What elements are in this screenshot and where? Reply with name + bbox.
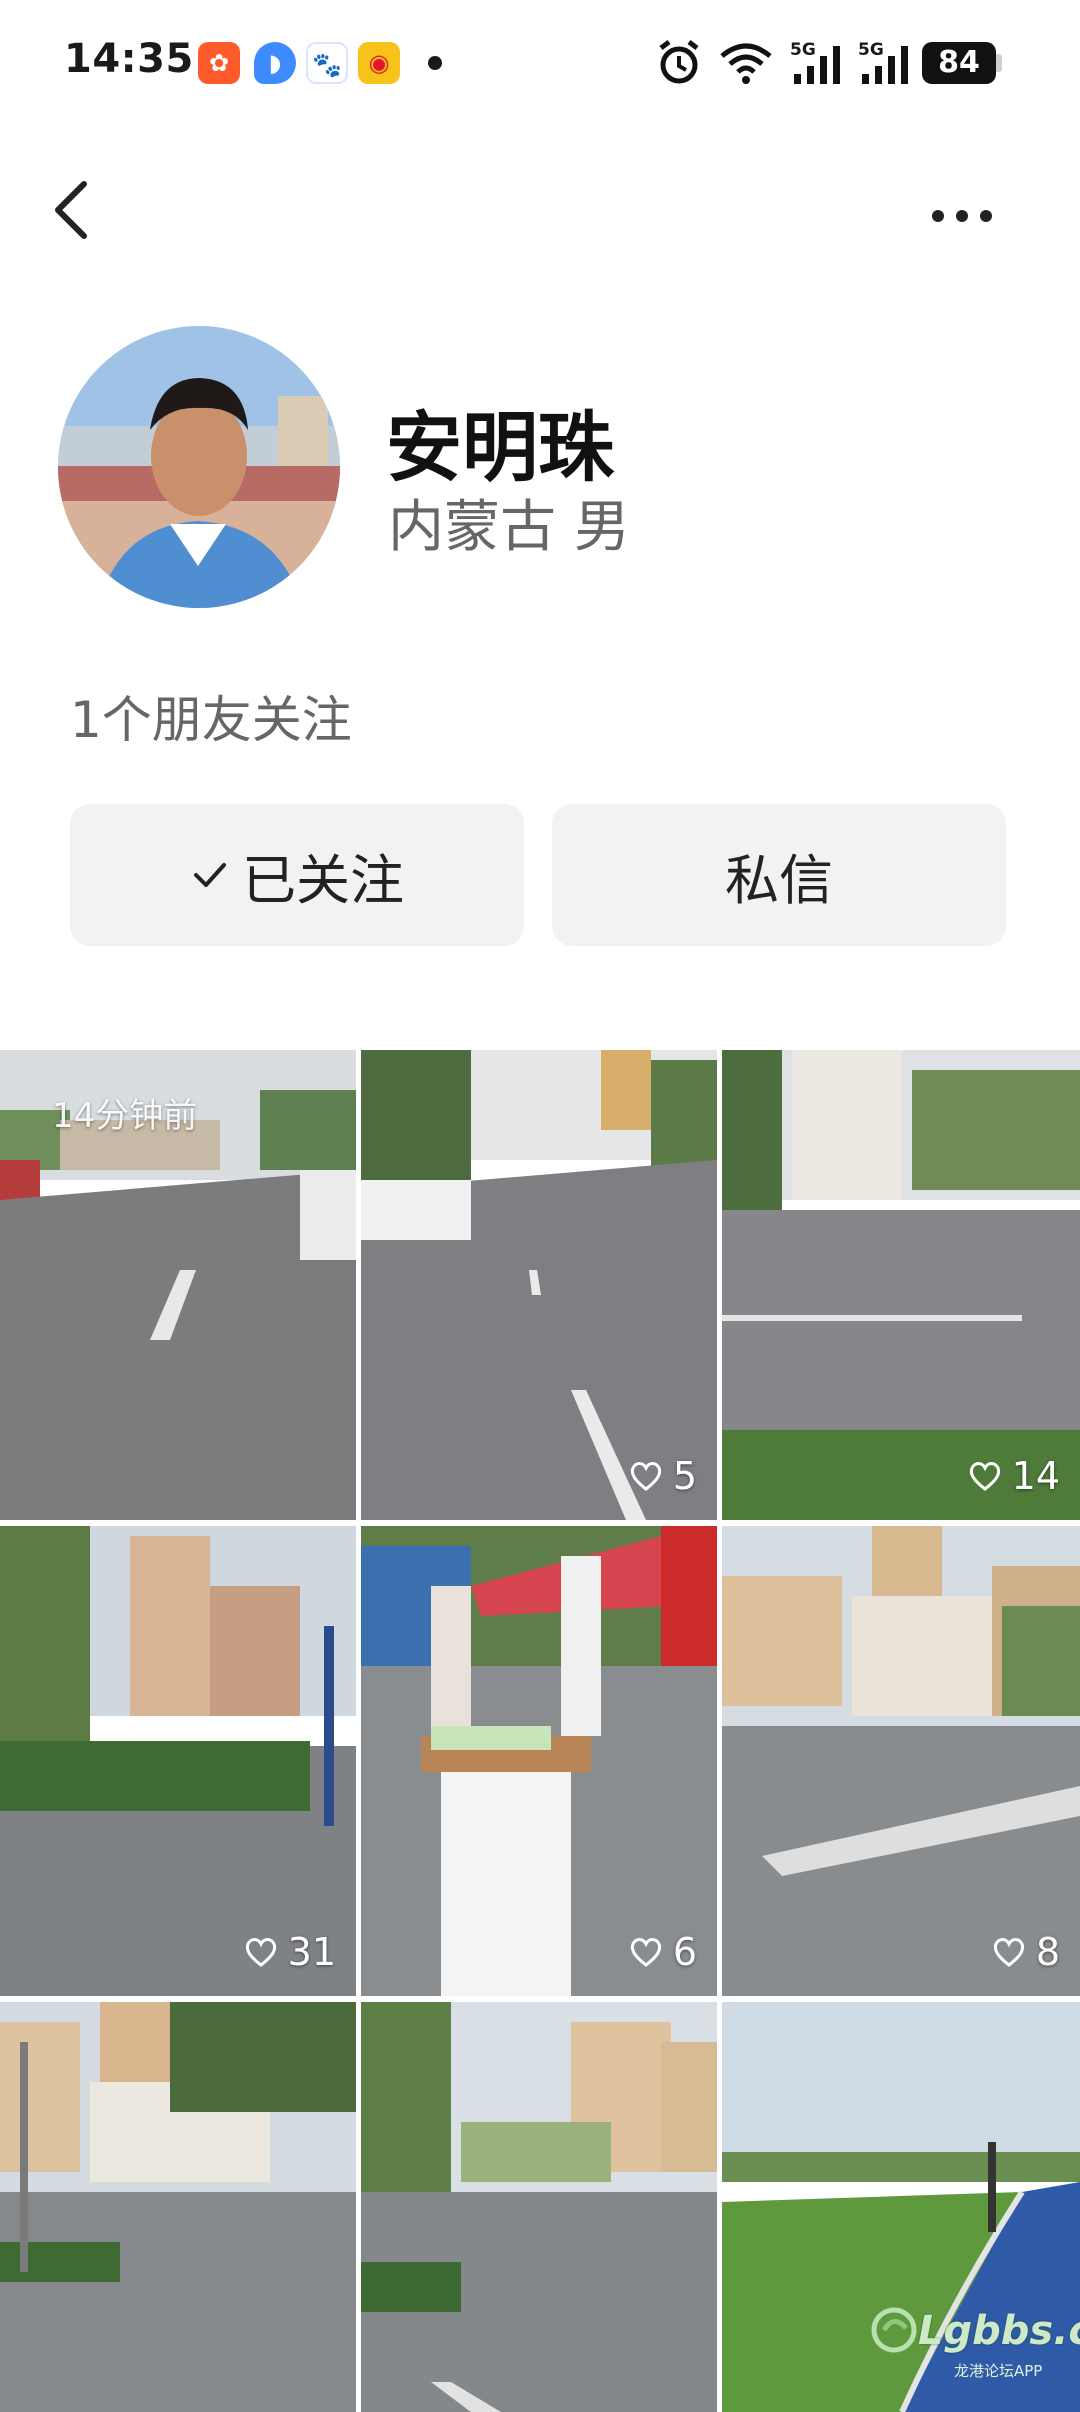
more-dots-icon <box>932 210 944 222</box>
post-likes: 8 <box>992 1930 1060 1974</box>
post-thumbnail[interactable]: 14分钟前 <box>0 1050 356 1520</box>
friends-follow-count[interactable]: 1个朋友关注 <box>70 680 352 752</box>
watermark-subtext: 龙港论坛APP <box>954 2362 1043 2380</box>
post-likes: 5 <box>629 1454 697 1498</box>
post-thumbnail[interactable]: 31 <box>0 1526 356 1996</box>
post-likes: 6 <box>629 1930 697 1974</box>
watermark-icon <box>871 2307 917 2353</box>
post-likes-count: 31 <box>287 1930 336 1974</box>
post-thumbnail[interactable]: 6 <box>361 1526 717 1996</box>
message-button-label: 私信 <box>725 848 833 912</box>
status-time: 14:35 <box>64 36 194 82</box>
more-dots-icon <box>980 210 992 222</box>
signal-icon <box>862 46 908 84</box>
post-thumbnail[interactable]: 14 <box>722 1050 1080 1520</box>
post-likes-count: 6 <box>672 1930 697 1974</box>
post-likes: 31 <box>244 1930 336 1974</box>
battery-icon: 84 <box>922 42 996 84</box>
heart-icon <box>630 1462 661 1491</box>
post-likes-count: 8 <box>1035 1930 1060 1974</box>
heart-icon <box>969 1462 1000 1491</box>
browser-icon: ◗ <box>254 42 296 84</box>
profile-region: 内蒙古 <box>388 495 556 560</box>
chevron-left-icon <box>55 181 87 239</box>
baidu-icon: 🐾 <box>306 42 348 84</box>
profile-gender: 男 <box>574 495 630 560</box>
post-likes-count: 5 <box>672 1454 697 1498</box>
post-likes: 14 <box>968 1454 1060 1498</box>
post-grid: 14分钟前 5 14 31 6 8 <box>0 1050 1080 2412</box>
watermark-logo: Lgbbs.cn 龙港论坛APP <box>870 2300 1080 2390</box>
checkmark-icon <box>194 863 226 887</box>
message-button[interactable]: 私信 <box>552 804 1006 946</box>
status-bar: 14:35 ✿ ◗ 🐾 ◉ 5G 5G 84 <box>0 0 1080 124</box>
profile-subtitle: 内蒙古男 <box>388 482 630 563</box>
followed-button-label: 已关注 <box>242 848 404 912</box>
post-time-badge: 14分钟前 <box>52 1096 198 1136</box>
post-thumbnail[interactable] <box>0 2002 356 2412</box>
heart-icon <box>993 1938 1024 1967</box>
more-button[interactable] <box>922 190 1002 240</box>
post-thumbnail[interactable] <box>361 2002 717 2412</box>
wifi-icon <box>720 43 772 84</box>
avatar[interactable] <box>58 326 340 608</box>
profile-name: 安明珠 <box>386 403 614 492</box>
followed-button[interactable]: 已关注 <box>70 804 524 946</box>
alarm-icon <box>659 40 699 84</box>
post-thumbnail[interactable]: 8 <box>722 1526 1080 1996</box>
notification-dot-icon <box>428 56 442 70</box>
post-thumbnail[interactable]: 5 <box>361 1050 717 1520</box>
battery-tip <box>996 54 1002 72</box>
xiaohongshu-icon: ✿ <box>198 42 240 84</box>
profile-page: 14:35 ✿ ◗ 🐾 ◉ 5G 5G 84 安明珠 内蒙古 男 1个朋友关注 … <box>0 0 1080 2412</box>
heart-icon <box>245 1938 276 1967</box>
signal-icon <box>794 46 840 84</box>
post-likes-count: 14 <box>1011 1454 1060 1498</box>
watermark-text: Lgbbs.cn <box>918 2308 1080 2354</box>
back-button[interactable] <box>40 170 100 250</box>
heart-icon <box>630 1938 661 1967</box>
more-dots-icon <box>956 210 968 222</box>
weibo-icon: ◉ <box>358 42 400 84</box>
